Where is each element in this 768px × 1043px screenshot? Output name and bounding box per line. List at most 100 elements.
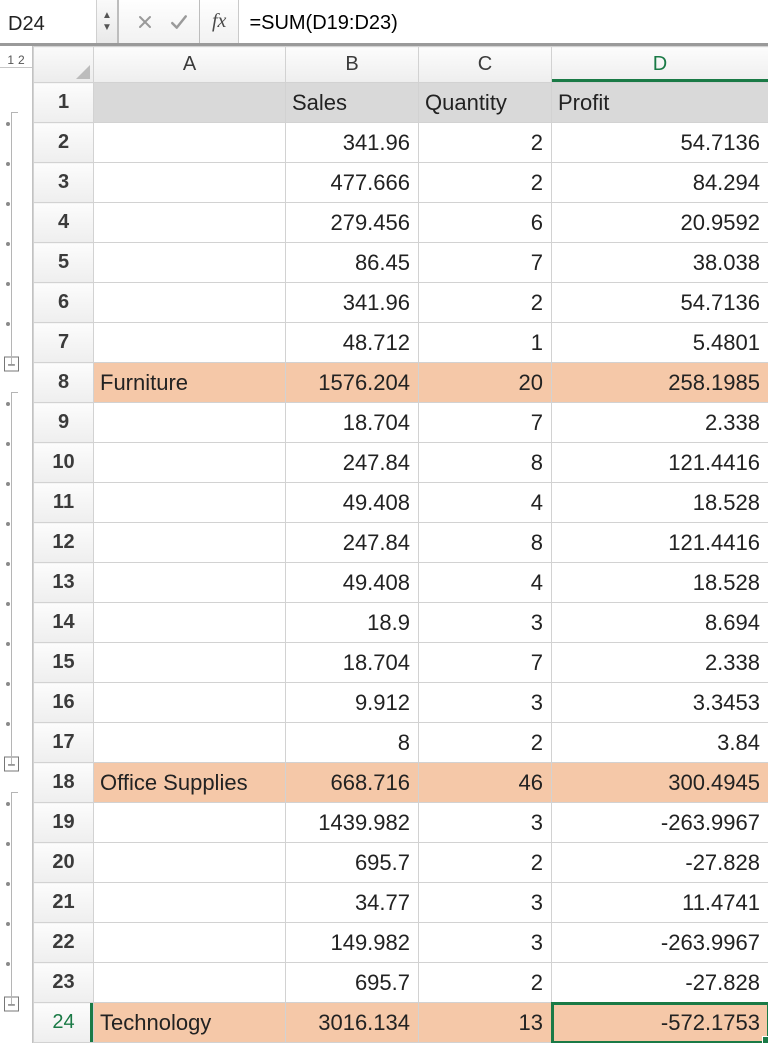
- outline-level-1[interactable]: 1: [7, 53, 14, 67]
- cell-B19[interactable]: 1439.982: [286, 803, 419, 843]
- cell-A18[interactable]: Office Supplies: [94, 763, 286, 803]
- cell-A5[interactable]: [94, 243, 286, 283]
- row-header[interactable]: 2: [34, 123, 94, 163]
- cell-D19[interactable]: -263.9967: [552, 803, 768, 843]
- cell-C15[interactable]: 7: [419, 643, 552, 683]
- cell-C5[interactable]: 7: [419, 243, 552, 283]
- chevron-up-icon[interactable]: ▲: [97, 10, 117, 22]
- cell-B10[interactable]: 247.84: [286, 443, 419, 483]
- cell-C24[interactable]: 13: [419, 1003, 552, 1043]
- cell-C23[interactable]: 2: [419, 963, 552, 1003]
- row-header[interactable]: 7: [34, 323, 94, 363]
- row-header[interactable]: 12: [34, 523, 94, 563]
- row-header[interactable]: 16: [34, 683, 94, 723]
- cell-B8[interactable]: 1576.204: [286, 363, 419, 403]
- cell-D11[interactable]: 18.528: [552, 483, 768, 523]
- cell-A3[interactable]: [94, 163, 286, 203]
- cell-A2[interactable]: [94, 123, 286, 163]
- cell-C4[interactable]: 6: [419, 203, 552, 243]
- cell-C19[interactable]: 3: [419, 803, 552, 843]
- cell-D4[interactable]: 20.9592: [552, 203, 768, 243]
- row-header[interactable]: 23: [34, 963, 94, 1003]
- cell-D18[interactable]: 300.4945: [552, 763, 768, 803]
- row-header[interactable]: 10: [34, 443, 94, 483]
- cell-A20[interactable]: [94, 843, 286, 883]
- cell-A7[interactable]: [94, 323, 286, 363]
- cell-A8[interactable]: Furniture: [94, 363, 286, 403]
- row-header[interactable]: 4: [34, 203, 94, 243]
- cell-B20[interactable]: 695.7: [286, 843, 419, 883]
- cell-A22[interactable]: [94, 923, 286, 963]
- name-box-stepper[interactable]: ▲ ▼: [96, 0, 118, 43]
- cell-D20[interactable]: -27.828: [552, 843, 768, 883]
- col-header-d[interactable]: D: [552, 47, 768, 83]
- cell-B11[interactable]: 49.408: [286, 483, 419, 523]
- cell-A4[interactable]: [94, 203, 286, 243]
- row-header[interactable]: 18: [34, 763, 94, 803]
- row-header[interactable]: 24: [34, 1003, 94, 1043]
- cell-C22[interactable]: 3: [419, 923, 552, 963]
- cell-C18[interactable]: 46: [419, 763, 552, 803]
- cell-D23[interactable]: -27.828: [552, 963, 768, 1003]
- cell-D16[interactable]: 3.3453: [552, 683, 768, 723]
- cell-D14[interactable]: 8.694: [552, 603, 768, 643]
- outline-level-2[interactable]: 2: [18, 53, 25, 67]
- cell-D12[interactable]: 121.4416: [552, 523, 768, 563]
- cell-B6[interactable]: 341.96: [286, 283, 419, 323]
- cell-C11[interactable]: 4: [419, 483, 552, 523]
- cell-D5[interactable]: 38.038: [552, 243, 768, 283]
- cell-B24[interactable]: 3016.134: [286, 1003, 419, 1043]
- formula-input[interactable]: [239, 0, 768, 43]
- cell-B15[interactable]: 18.704: [286, 643, 419, 683]
- outline-level-header[interactable]: 1 2: [0, 46, 32, 68]
- outline-gutter[interactable]: 1 2 −−−: [0, 46, 33, 1043]
- cell-A16[interactable]: [94, 683, 286, 723]
- row-header[interactable]: 21: [34, 883, 94, 923]
- cell-B17[interactable]: 8: [286, 723, 419, 763]
- col-header-a[interactable]: A: [94, 47, 286, 83]
- fx-label[interactable]: fx: [200, 0, 239, 43]
- cell-A6[interactable]: [94, 283, 286, 323]
- cell-B13[interactable]: 49.408: [286, 563, 419, 603]
- cell-D6[interactable]: 54.7136: [552, 283, 768, 323]
- cell-B12[interactable]: 247.84: [286, 523, 419, 563]
- cell-B1[interactable]: Sales: [286, 83, 419, 123]
- cell-C21[interactable]: 3: [419, 883, 552, 923]
- cell-D22[interactable]: -263.9967: [552, 923, 768, 963]
- cell-A12[interactable]: [94, 523, 286, 563]
- cell-D13[interactable]: 18.528: [552, 563, 768, 603]
- cell-A24[interactable]: Technology: [94, 1003, 286, 1043]
- cell-D1[interactable]: Profit: [552, 83, 768, 123]
- cell-C9[interactable]: 7: [419, 403, 552, 443]
- cell-B2[interactable]: 341.96: [286, 123, 419, 163]
- cell-C20[interactable]: 2: [419, 843, 552, 883]
- row-header[interactable]: 20: [34, 843, 94, 883]
- cell-D2[interactable]: 54.7136: [552, 123, 768, 163]
- cell-A10[interactable]: [94, 443, 286, 483]
- cell-A13[interactable]: [94, 563, 286, 603]
- row-header[interactable]: 11: [34, 483, 94, 523]
- cell-C13[interactable]: 4: [419, 563, 552, 603]
- cell-D15[interactable]: 2.338: [552, 643, 768, 683]
- name-box[interactable]: [0, 0, 96, 43]
- row-header[interactable]: 17: [34, 723, 94, 763]
- row-header[interactable]: 13: [34, 563, 94, 603]
- cell-C3[interactable]: 2: [419, 163, 552, 203]
- cell-B9[interactable]: 18.704: [286, 403, 419, 443]
- cell-C12[interactable]: 8: [419, 523, 552, 563]
- row-header[interactable]: 22: [34, 923, 94, 963]
- cell-D7[interactable]: 5.4801: [552, 323, 768, 363]
- cell-D9[interactable]: 2.338: [552, 403, 768, 443]
- accept-icon[interactable]: [169, 12, 189, 32]
- cell-B5[interactable]: 86.45: [286, 243, 419, 283]
- row-header[interactable]: 6: [34, 283, 94, 323]
- cell-A17[interactable]: [94, 723, 286, 763]
- cell-B18[interactable]: 668.716: [286, 763, 419, 803]
- row-header[interactable]: 5: [34, 243, 94, 283]
- cell-C1[interactable]: Quantity: [419, 83, 552, 123]
- cell-A14[interactable]: [94, 603, 286, 643]
- row-header[interactable]: 1: [34, 83, 94, 123]
- cell-B3[interactable]: 477.666: [286, 163, 419, 203]
- cell-D8[interactable]: 258.1985: [552, 363, 768, 403]
- cell-B16[interactable]: 9.912: [286, 683, 419, 723]
